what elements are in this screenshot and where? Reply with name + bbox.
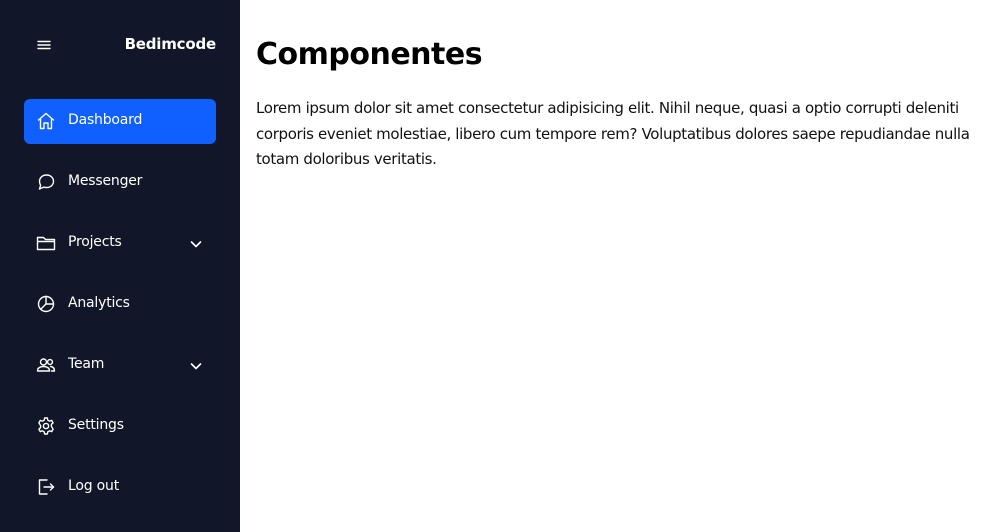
pie-chart-icon bbox=[36, 294, 56, 314]
sidebar-item-label: Analytics bbox=[68, 295, 130, 311]
page-body-text: Lorem ipsum dolor sit amet consectetur a… bbox=[256, 99, 970, 168]
sidebar-item-team[interactable]: Team bbox=[24, 343, 216, 388]
gear-icon bbox=[36, 416, 56, 436]
home-icon bbox=[36, 111, 56, 131]
chevron-down-icon[interactable] bbox=[189, 237, 203, 251]
users-icon bbox=[36, 355, 56, 375]
brand-logo-text[interactable]: Bedimcode bbox=[125, 35, 217, 53]
sidebar-item-dashboard[interactable]: Dashboard bbox=[24, 99, 216, 144]
hamburger-icon[interactable] bbox=[36, 38, 56, 52]
sidebar-item-label: Projects bbox=[68, 234, 122, 250]
logout-icon bbox=[36, 477, 56, 497]
sidebar-item-label: Dashboard bbox=[68, 112, 143, 128]
sidebar-item-label: Messenger bbox=[68, 173, 143, 189]
chat-icon bbox=[36, 172, 56, 192]
chevron-down-icon[interactable] bbox=[189, 359, 203, 373]
sidebar-item-label: Settings bbox=[68, 417, 124, 433]
sidebar-item-settings[interactable]: Settings bbox=[24, 404, 216, 449]
sidebar: Bedimcode Dashboard Messenger Projects A… bbox=[0, 0, 240, 532]
main-content: Componentes Lorem ipsum dolor sit amet c… bbox=[240, 0, 996, 532]
sidebar-item-label: Log out bbox=[68, 478, 119, 494]
page-title: Componentes bbox=[256, 37, 483, 72]
sidebar-item-projects[interactable]: Projects bbox=[24, 221, 216, 266]
sidebar-item-logout[interactable]: Log out bbox=[24, 465, 216, 510]
sidebar-item-analytics[interactable]: Analytics bbox=[24, 282, 216, 327]
sidebar-item-messenger[interactable]: Messenger bbox=[24, 160, 216, 205]
sidebar-item-label: Team bbox=[68, 356, 105, 372]
sidebar-nav: Dashboard Messenger Projects Analytics T… bbox=[24, 99, 216, 526]
app-window: Bedimcode Dashboard Messenger Projects A… bbox=[0, 0, 996, 532]
sidebar-header: Bedimcode bbox=[0, 30, 240, 60]
folder-icon bbox=[36, 233, 56, 253]
